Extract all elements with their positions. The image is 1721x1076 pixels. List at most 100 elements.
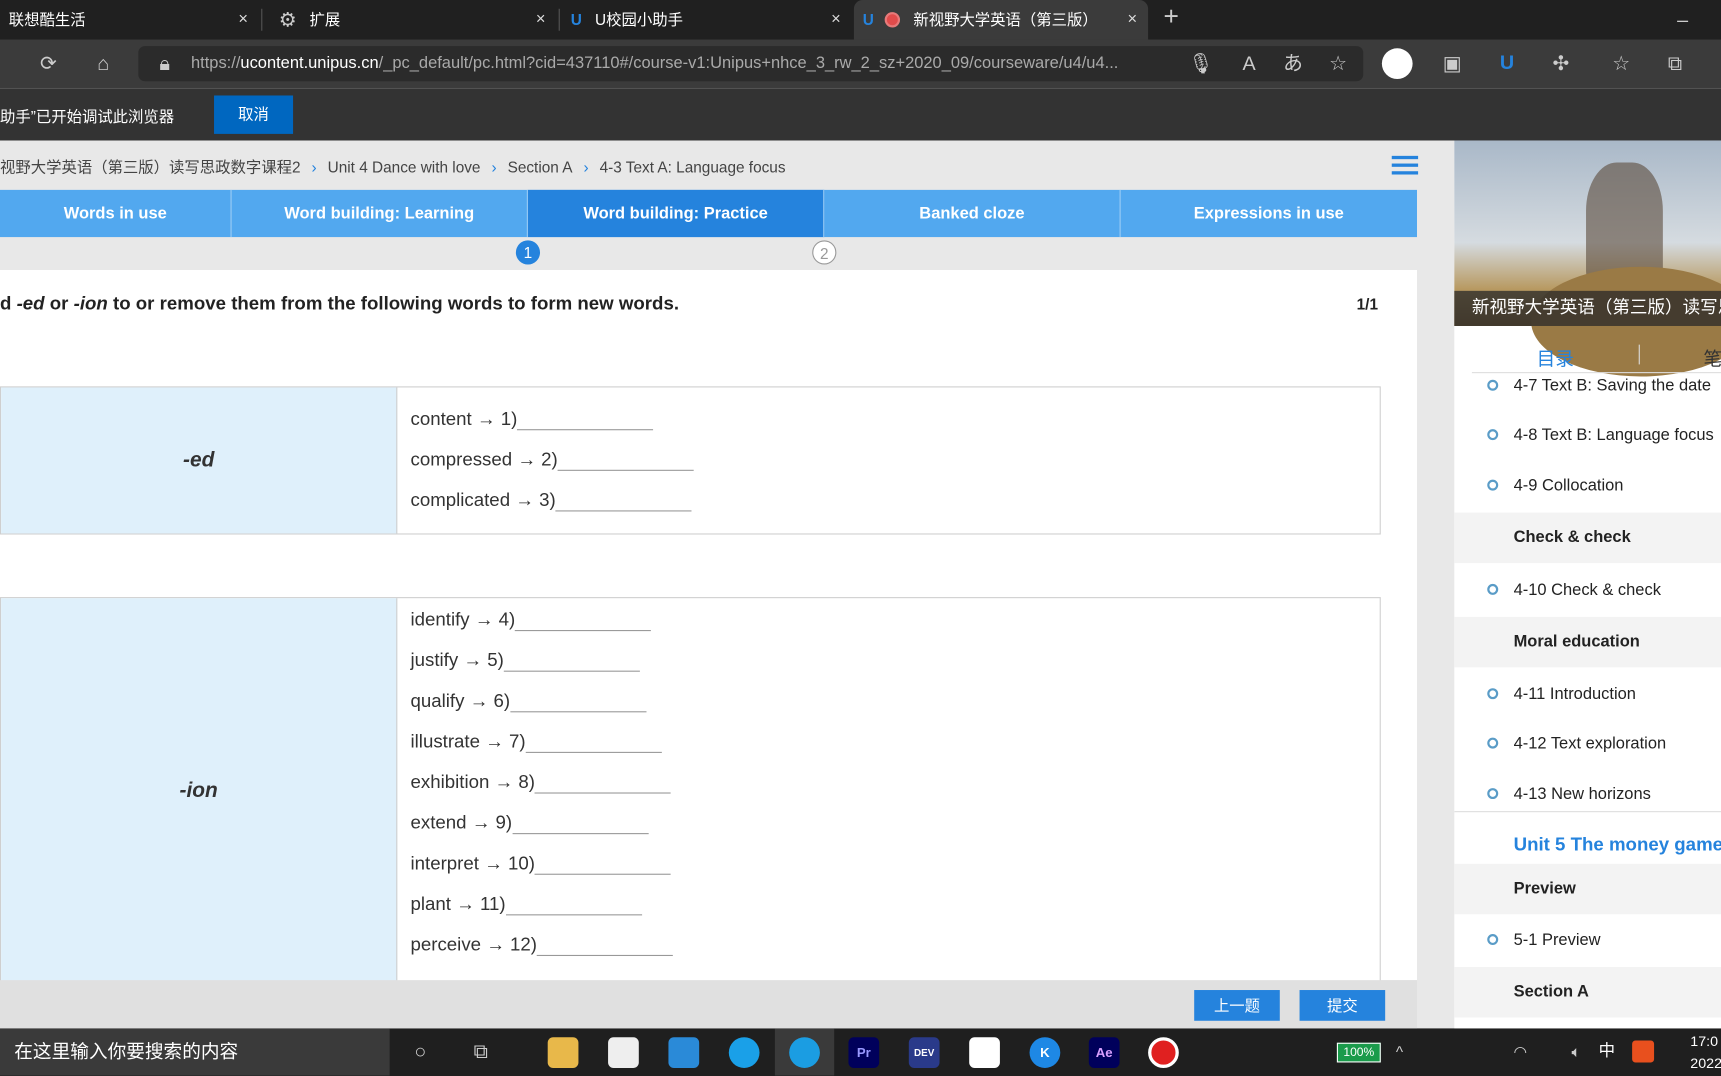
url-field[interactable]: https://ucontent.unipus.cn/_pc_default/p… (138, 46, 1364, 82)
blank-item: exhibition → 8) (411, 772, 672, 794)
tab-title: 扩展 (309, 10, 341, 29)
recorder-icon[interactable] (1148, 1037, 1179, 1068)
minimize-button[interactable]: – (1669, 9, 1695, 31)
blank-item: justify → 5) (411, 650, 640, 672)
close-tab-icon[interactable]: × (238, 10, 248, 29)
step-2[interactable]: 2 (812, 240, 837, 265)
tab-divider (1638, 344, 1640, 365)
close-tab-icon[interactable]: × (1127, 10, 1137, 29)
toc-unit: Unit 5 The money game (1454, 811, 1721, 861)
toc-lesson[interactable]: 5-1 Preview (1454, 915, 1721, 965)
answer-input[interactable] (517, 411, 654, 431)
item-prompt: interpret → 10) (410, 852, 535, 874)
browser-tab[interactable]: U U校园小助手 × (562, 0, 852, 40)
answer-input[interactable] (537, 936, 674, 957)
recording-icon (884, 12, 901, 28)
url-path: /_pc_default/pc.html?cid=437110#/course-… (378, 53, 1119, 73)
answer-input[interactable] (503, 652, 640, 672)
toc-lesson[interactable]: 4-11 Introduction (1454, 670, 1721, 720)
answer-input[interactable] (510, 693, 647, 713)
favorite-add-icon[interactable]: ☆ (1325, 53, 1351, 75)
blank-item: illustrate → 7) (411, 731, 662, 753)
toc-list: 4-7 Text B: Saving the date 4-8 Text B: L… (1454, 363, 1721, 1028)
tab-word-building-practice[interactable]: Word building: Practice (527, 189, 825, 238)
submit-button[interactable]: 提交 (1299, 990, 1386, 1021)
toc-lesson[interactable]: 4-10 Check & check (1454, 565, 1721, 615)
answer-input[interactable] (525, 733, 662, 753)
cortana-icon[interactable]: ○ (407, 1041, 433, 1063)
tab-banked-cloze[interactable]: Banked cloze (824, 189, 1121, 238)
store-icon[interactable] (608, 1037, 639, 1068)
close-tab-icon[interactable]: × (831, 10, 841, 29)
collections-icon[interactable]: ⧉ (1662, 53, 1688, 75)
refresh-icon[interactable]: ⟳ (35, 53, 61, 75)
blank-item: interpret → 10) (411, 853, 672, 875)
home-icon[interactable]: ⌂ (90, 53, 116, 75)
taskbar: 在这里输入你要搜索的内容 ○ ⧉ Pr DEV K Ae 100% ^ ◠ 🔈︎… (0, 1028, 1721, 1076)
wifi-icon[interactable]: ◠ (1507, 1041, 1533, 1063)
tab-words-in-use[interactable]: Words in use (0, 189, 232, 238)
group-ed: -ed content → 1) compressed → 2) complicat… (0, 386, 1381, 535)
sogou-icon[interactable] (1632, 1040, 1655, 1063)
toc-lesson[interactable]: 4-12 Text exploration (1454, 719, 1721, 769)
step-1[interactable]: 1 (515, 240, 541, 265)
toc-lesson[interactable]: 4-9 Collocation (1454, 461, 1721, 511)
infobar-message: 助手”已开始调试此浏览器 (0, 107, 175, 126)
clock-time[interactable]: 17:0 (1690, 1033, 1718, 1049)
tab-title: U校园小助手 (595, 10, 683, 29)
devco-icon[interactable]: DEV (908, 1037, 940, 1068)
instruction: d -ed or -ion to or remove them from the… (0, 293, 680, 314)
browser-tab-active[interactable]: U 新视野大学英语（第三版） × (853, 0, 1149, 40)
browser-tab[interactable]: ⚙ 扩展 × (266, 0, 557, 40)
toc-lesson[interactable]: 4-7 Text B: Saving the date (1454, 363, 1721, 411)
extensions-icon[interactable]: ✣ (1548, 53, 1574, 75)
ime-indicator[interactable]: 中 (1594, 1041, 1620, 1063)
mail-icon[interactable] (668, 1037, 700, 1068)
answer-input[interactable] (534, 774, 672, 794)
close-tab-icon[interactable]: × (536, 10, 546, 29)
item-prompt: extend → 9) (410, 812, 513, 834)
answer-input[interactable] (512, 814, 649, 835)
taskbar-search[interactable]: 在这里输入你要搜索的内容 (0, 1028, 390, 1076)
microphone-icon[interactable]: 🎙︎ (1188, 53, 1214, 75)
baidu-netdisk-icon[interactable] (969, 1037, 1000, 1068)
task-view-icon[interactable]: ⧉ (468, 1041, 494, 1063)
answer-input[interactable] (534, 855, 672, 875)
favorites-icon[interactable]: ☆ (1608, 53, 1634, 75)
battery-indicator[interactable]: 100% (1336, 1042, 1381, 1063)
blank-item: qualify → 6) (411, 690, 647, 713)
menu-icon[interactable] (1391, 155, 1419, 178)
course-sidebar: 新视野大学英语（第三版）读写思政数字课程2 目录 笔 4-7 Text B: S… (1454, 140, 1721, 1029)
answer-input[interactable] (505, 896, 642, 916)
tab-word-building-learning[interactable]: Word building: Learning (232, 189, 528, 238)
toc-lesson[interactable]: 4-8 Text B: Language focus (1454, 411, 1721, 461)
lock-icon[interactable]: 🔒︎ (151, 53, 177, 75)
cancel-button[interactable]: 取消 (214, 95, 294, 134)
breadcrumb-item[interactable]: 视野大学英语（第三版）读写思政数字课程2 (0, 158, 301, 176)
toc-section-header: Section A (1454, 966, 1721, 1018)
read-aloud-icon[interactable]: A (1236, 53, 1262, 75)
volume-icon[interactable]: 🔈︎ (1563, 1041, 1589, 1063)
translate-icon[interactable]: あ (1280, 53, 1306, 75)
previous-question-button[interactable]: 上一题 (1194, 990, 1280, 1021)
after-effects-icon[interactable]: Ae (1088, 1037, 1120, 1068)
breadcrumb-item[interactable]: Unit 4 Dance with love (328, 158, 481, 176)
premiere-icon[interactable]: Pr (848, 1037, 880, 1068)
answer-input[interactable] (515, 611, 652, 632)
extension-icon[interactable]: ▣ (1439, 53, 1465, 75)
k-app-icon[interactable]: K (1029, 1037, 1061, 1068)
clock-date[interactable]: 2022/ (1690, 1055, 1721, 1071)
tab-expressions-in-use[interactable]: Expressions in use (1121, 190, 1417, 237)
browser-icon[interactable] (728, 1037, 760, 1068)
answer-input[interactable] (557, 451, 694, 471)
browser-tab[interactable]: 联想酷生活 × (0, 0, 259, 40)
file-explorer-icon[interactable] (547, 1037, 579, 1068)
unipus-extension-icon[interactable]: U (1494, 52, 1520, 74)
edge-active[interactable] (774, 1028, 835, 1076)
tray-chevron-icon[interactable]: ^ (1386, 1041, 1412, 1063)
extension-icon[interactable] (1381, 48, 1413, 80)
answer-input[interactable] (555, 492, 692, 512)
toc-label: 4-9 Collocation (1513, 476, 1624, 496)
new-tab-button[interactable]: + (1158, 4, 1184, 30)
breadcrumb-item[interactable]: Section A (508, 158, 573, 176)
